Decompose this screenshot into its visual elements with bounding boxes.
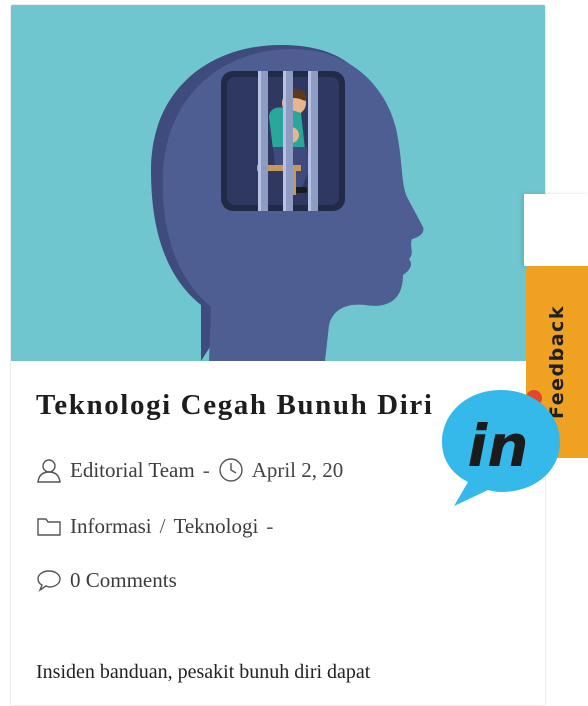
meta-separator: -	[266, 513, 274, 538]
category-link-informasi[interactable]: Informasi	[70, 514, 152, 539]
post-excerpt: Insiden banduan, pesakit bunuh diri dapa…	[36, 661, 371, 683]
post-card: Teknologi Cegah Bunuh Diri Editorial Tea…	[10, 4, 546, 706]
user-icon	[36, 457, 62, 483]
folder-icon	[36, 513, 62, 539]
post-meta-comments: 0 Comments	[36, 567, 177, 593]
post-title[interactable]: Teknologi Cegah Bunuh Diri	[36, 389, 434, 422]
comments-link[interactable]: 0 Comments	[70, 568, 177, 593]
post-meta-author-date: Editorial Team - April 2, 20	[36, 457, 343, 483]
post-date: April 2, 20	[251, 457, 344, 482]
chat-widget-button[interactable]: in	[436, 380, 566, 510]
chat-widget-glyph: in	[467, 412, 528, 480]
clock-icon	[218, 457, 244, 483]
meta-separator: -	[202, 457, 210, 482]
category-separator: /	[159, 513, 166, 538]
head-illustration	[11, 5, 545, 361]
comment-icon	[36, 567, 62, 593]
chat-bubble-icon: in	[442, 390, 560, 506]
post-meta-categories: Informasi / Teknologi -	[36, 513, 281, 539]
category-link-teknologi[interactable]: Teknologi	[174, 514, 259, 539]
author-link[interactable]: Editorial Team	[70, 458, 195, 483]
feedback-panel-edge	[524, 194, 588, 266]
featured-image[interactable]	[11, 5, 545, 361]
